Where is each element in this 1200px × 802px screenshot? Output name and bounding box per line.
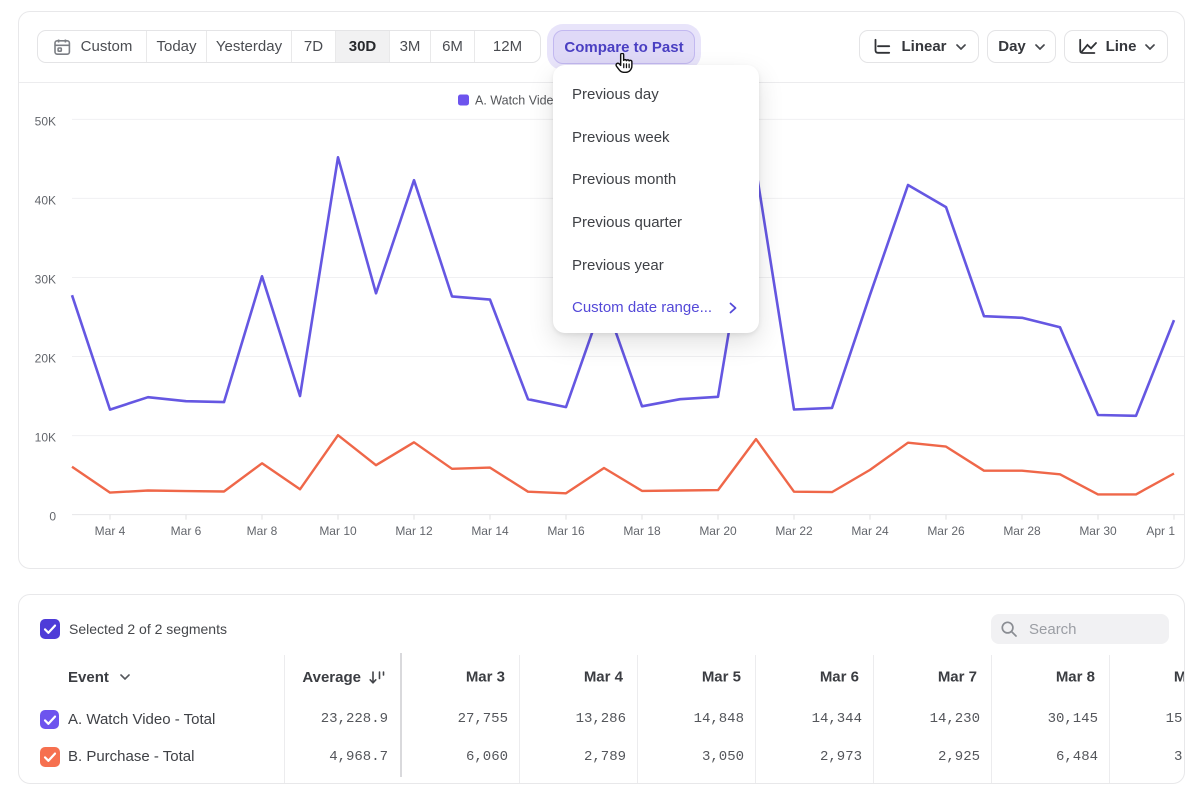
svg-text:Mar 10: Mar 10 (319, 524, 357, 538)
svg-text:Mar 8: Mar 8 (247, 524, 278, 538)
svg-text:Mar 20: Mar 20 (699, 524, 737, 538)
svg-text:Mar 14: Mar 14 (471, 524, 509, 538)
svg-text:Mar 16: Mar 16 (547, 524, 585, 538)
svg-text:Mar 22: Mar 22 (775, 524, 813, 538)
svg-text:50K: 50K (35, 114, 56, 128)
svg-text:Mar 28: Mar 28 (1003, 524, 1041, 538)
svg-text:Mar 30: Mar 30 (1079, 524, 1117, 538)
svg-text:Mar 18: Mar 18 (623, 524, 661, 538)
svg-text:30K: 30K (35, 273, 56, 287)
svg-text:Mar 4: Mar 4 (95, 524, 126, 538)
svg-text:20K: 20K (35, 352, 56, 366)
svg-text:Mar 26: Mar 26 (927, 524, 965, 538)
svg-text:40K: 40K (35, 193, 56, 207)
svg-text:10K: 10K (35, 431, 56, 445)
svg-text:Mar 12: Mar 12 (395, 524, 433, 538)
svg-text:0: 0 (49, 510, 56, 524)
svg-text:Apr 1: Apr 1 (1146, 524, 1175, 538)
svg-text:Mar 6: Mar 6 (171, 524, 202, 538)
svg-text:Mar 24: Mar 24 (851, 524, 889, 538)
